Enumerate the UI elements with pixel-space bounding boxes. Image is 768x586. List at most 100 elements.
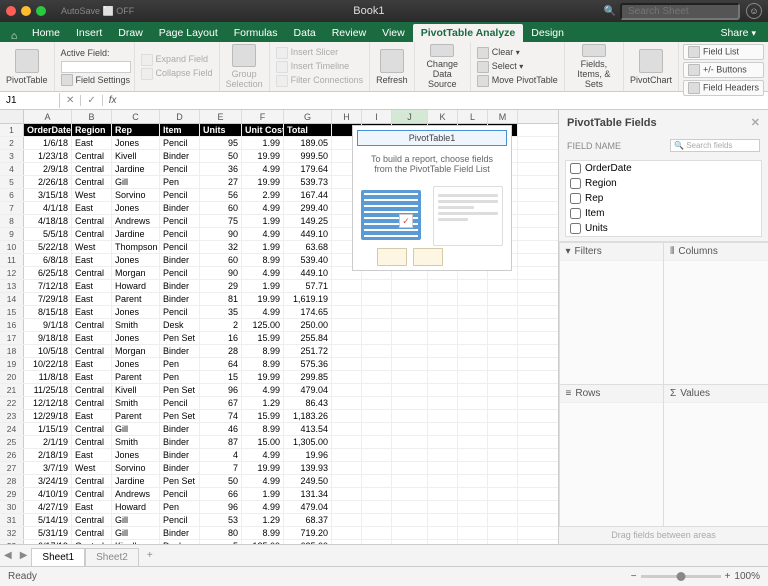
column-header-L[interactable]: L [458, 110, 488, 123]
sheet-nav-right[interactable]: ▶ [16, 550, 32, 561]
cell[interactable] [332, 475, 362, 487]
row-header[interactable]: 9 [0, 228, 24, 240]
cell[interactable]: 255.84 [284, 332, 332, 344]
table-row[interactable]: 336/17/19CentralKivellDesk5125.00625.00 [0, 540, 558, 544]
cell[interactable]: Central [72, 345, 112, 357]
cell[interactable]: 57.71 [284, 280, 332, 292]
column-header-D[interactable]: D [160, 110, 200, 123]
cell[interactable]: 251.72 [284, 345, 332, 357]
cell[interactable]: 1,619.19 [284, 293, 332, 305]
cell[interactable]: Pen Set [160, 410, 200, 422]
cell[interactable]: 90 [200, 267, 242, 279]
column-header-G[interactable]: G [284, 110, 332, 123]
sheet-tab-sheet2[interactable]: Sheet2 [85, 548, 139, 566]
column-header-A[interactable]: A [24, 110, 72, 123]
cell[interactable]: Howard [112, 280, 160, 292]
cell[interactable] [428, 540, 458, 544]
cell[interactable]: Pen Set [160, 332, 200, 344]
cell[interactable]: 5/22/18 [24, 241, 72, 253]
cell[interactable]: 12/29/18 [24, 410, 72, 422]
table-row[interactable]: 1810/5/18CentralMorganBinder288.99251.72 [0, 345, 558, 358]
cell[interactable]: Gill [112, 176, 160, 188]
row-header[interactable]: 25 [0, 436, 24, 448]
field-item-units[interactable]: Units [566, 221, 761, 236]
cancel-formula-icon[interactable]: ✕ [60, 95, 81, 106]
cell[interactable]: Pencil [160, 488, 200, 500]
cell[interactable] [392, 410, 428, 422]
cell[interactable]: 1/23/18 [24, 150, 72, 162]
row-header[interactable]: 5 [0, 176, 24, 188]
cell[interactable]: 5/5/18 [24, 228, 72, 240]
cell[interactable]: 32 [200, 241, 242, 253]
cell[interactable]: Pencil [160, 306, 200, 318]
cell[interactable] [332, 384, 362, 396]
cell[interactable]: 1,183.26 [284, 410, 332, 422]
cell[interactable]: Jones [112, 358, 160, 370]
table-row[interactable]: 2312/29/18EastParentPen Set7415.991,183.… [0, 410, 558, 423]
field-checkbox[interactable] [570, 178, 581, 189]
cell[interactable]: 8.99 [242, 345, 284, 357]
cell[interactable] [362, 358, 392, 370]
cell[interactable]: Central [72, 228, 112, 240]
cell[interactable] [332, 501, 362, 513]
cell[interactable]: Binder [160, 462, 200, 474]
cell[interactable]: Unit Cost [242, 124, 284, 136]
cell[interactable]: East [72, 449, 112, 461]
ribbon-tab-home[interactable]: Home [24, 24, 68, 42]
refresh-button[interactable]: Refresh [370, 42, 415, 91]
cell[interactable] [362, 501, 392, 513]
cell[interactable]: Jones [112, 306, 160, 318]
cell[interactable]: Binder [160, 423, 200, 435]
cell[interactable]: Binder [160, 254, 200, 266]
cell[interactable]: 96 [200, 501, 242, 513]
cell[interactable]: 3/7/19 [24, 462, 72, 474]
cell[interactable]: 4 [200, 449, 242, 461]
table-row[interactable]: 2011/8/18EastParentPen1519.99299.85 [0, 371, 558, 384]
cell[interactable]: 8.99 [242, 527, 284, 539]
cell[interactable]: Central [72, 436, 112, 448]
select-all-corner[interactable] [0, 110, 24, 123]
cell[interactable]: Pen [160, 358, 200, 370]
cell[interactable]: 19.99 [242, 176, 284, 188]
cell[interactable] [392, 436, 428, 448]
zoom-in-button[interactable]: + [725, 571, 731, 582]
cell[interactable]: Gill [112, 514, 160, 526]
cell[interactable]: 96 [200, 384, 242, 396]
cell[interactable] [428, 332, 458, 344]
table-row[interactable]: 283/24/19CentralJardinePen Set504.99249.… [0, 475, 558, 488]
cell[interactable] [488, 319, 518, 331]
cell[interactable] [458, 397, 488, 409]
cell[interactable] [488, 410, 518, 422]
cell[interactable]: 19.99 [242, 371, 284, 383]
cell[interactable]: 4.99 [242, 449, 284, 461]
app-menu[interactable]: ⌂ [4, 30, 24, 42]
row-header[interactable]: 7 [0, 202, 24, 214]
cell[interactable]: East [72, 280, 112, 292]
sheet-tab-sheet1[interactable]: Sheet1 [31, 548, 85, 566]
cell[interactable]: 36 [200, 163, 242, 175]
table-row[interactable]: 137/12/18EastHowardBinder291.9957.71 [0, 280, 558, 293]
cell[interactable] [392, 488, 428, 500]
cell[interactable]: 81 [200, 293, 242, 305]
cell[interactable] [458, 384, 488, 396]
cell[interactable] [428, 514, 458, 526]
table-row[interactable]: 273/7/19WestSorvinoBinder719.99139.93 [0, 462, 558, 475]
field-item-orderdate[interactable]: OrderDate [566, 161, 761, 176]
close-fields-pane-icon[interactable]: ✕ [751, 116, 760, 129]
table-row[interactable]: 262/18/19EastJonesBinder44.9919.96 [0, 449, 558, 462]
row-header[interactable]: 19 [0, 358, 24, 370]
cell[interactable]: Binder [160, 449, 200, 461]
cell[interactable]: Andrews [112, 488, 160, 500]
zoom-slider[interactable] [641, 575, 721, 578]
cell[interactable]: Parent [112, 293, 160, 305]
cell[interactable] [458, 345, 488, 357]
cell[interactable]: Desk [160, 319, 200, 331]
enter-formula-icon[interactable]: ✓ [81, 95, 102, 106]
cell[interactable]: Smith [112, 397, 160, 409]
cell[interactable]: 449.10 [284, 228, 332, 240]
field-checkbox[interactable] [570, 163, 581, 174]
cell[interactable]: 28 [200, 345, 242, 357]
row-header[interactable]: 28 [0, 475, 24, 487]
cell[interactable]: Jones [112, 449, 160, 461]
cell[interactable]: Morgan [112, 267, 160, 279]
